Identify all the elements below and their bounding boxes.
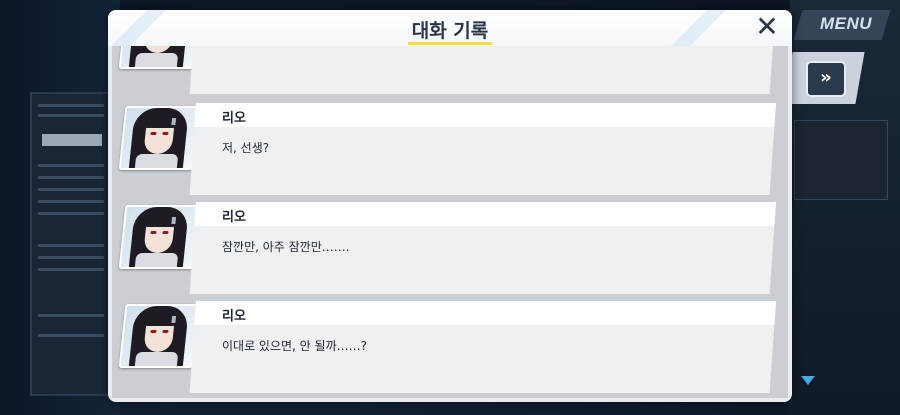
- dialog-entry: [112, 46, 788, 98]
- speaker-name: 리오: [222, 210, 246, 225]
- rack-slot: [38, 256, 104, 259]
- dialog-entry: 리오 저, 선생?: [112, 103, 788, 199]
- rack-slot: [38, 244, 104, 247]
- rack-slot: [38, 212, 104, 215]
- dialog-text: 이대로 있으면, 안 될까……?: [222, 339, 367, 353]
- rack-panel: [42, 134, 102, 146]
- dialog-log-list[interactable]: 리오 저, 선생? 리오 잠깐만, 아주 잠깐만……. 리오 이대로 있으면, …: [112, 46, 788, 398]
- dialog-log-modal: 대화 기록 ✕ 리오 저, 선생? 리오 잠깐만, 아주 잠깐만……. 리오 이…: [108, 10, 792, 402]
- server-rack: [30, 92, 114, 396]
- speaker-name: 리오: [222, 111, 246, 126]
- modal-header: 대화 기록 ✕: [108, 10, 792, 46]
- character-avatar: [118, 304, 200, 368]
- modal-title: 대화 기록: [411, 20, 489, 42]
- rack-slot: [38, 114, 104, 117]
- dialog-bubble: [189, 103, 776, 195]
- rack-slot: [38, 314, 104, 317]
- rack-slot: [38, 268, 104, 271]
- menu-button[interactable]: MENU: [820, 14, 872, 34]
- close-x-icon[interactable]: ✕: [752, 13, 782, 43]
- character-avatar: [118, 205, 200, 269]
- title-underline: [408, 42, 492, 45]
- wall-monitor: [794, 120, 888, 200]
- rack-slot: [38, 200, 104, 203]
- fast-forward-icon[interactable]: »: [806, 61, 846, 97]
- triangle-down-icon[interactable]: [801, 376, 815, 385]
- rack-slot: [38, 334, 104, 337]
- character-avatar: [118, 46, 200, 69]
- dialog-bubble: [189, 46, 776, 94]
- dialog-entry: 리오 잠깐만, 아주 잠깐만…….: [112, 202, 788, 298]
- speaker-name: 리오: [222, 309, 246, 324]
- dialog-entry: 리오 이대로 있으면, 안 될까……?: [112, 301, 788, 397]
- dialog-text: 저, 선생?: [222, 141, 270, 155]
- rack-slot: [38, 164, 104, 167]
- character-avatar: [118, 106, 200, 170]
- rack-slot: [38, 104, 104, 107]
- rack-slot: [38, 176, 104, 179]
- dialog-text: 잠깐만, 아주 잠깐만…….: [222, 240, 350, 254]
- rack-slot: [38, 188, 104, 191]
